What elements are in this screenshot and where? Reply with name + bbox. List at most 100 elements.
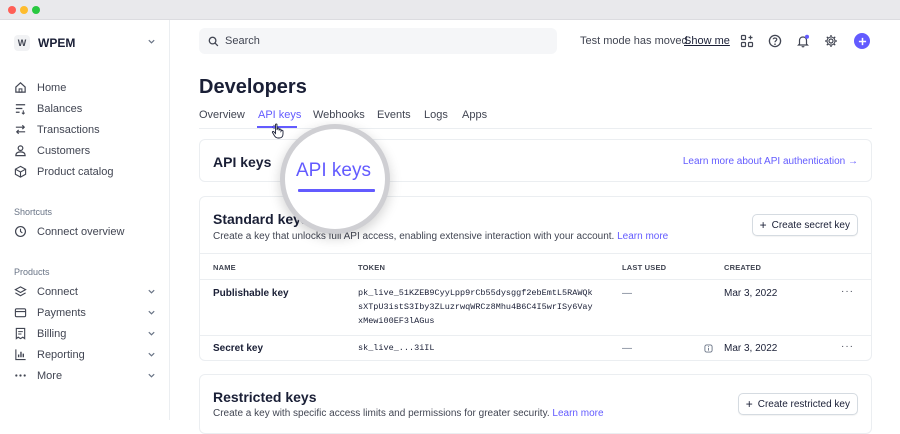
sidebar-item-label: Transactions [37,123,100,136]
sidebar-item-label: Billing [37,327,67,340]
tab-logs[interactable]: Logs [424,109,448,121]
sidebar-item-billing[interactable]: Billing [14,323,158,344]
sidebar: W WPEM Home Balances Transactions Custom… [0,20,170,420]
column-header-name: NAME [213,263,236,272]
sidebar-item-label: Home [37,81,67,94]
sidebar-item-label: Connect overview [37,225,125,238]
sidebar-item-label: More [37,369,63,382]
restricted-keys-title: Restricted keys [213,389,317,405]
sidebar-item-customers[interactable]: Customers [14,140,158,161]
window-titlebar [0,0,900,20]
main-content: Developers Overview API keys Webhooks Ev… [171,64,900,434]
chevron-down-icon [148,373,155,378]
home-icon [15,82,26,93]
create-restricted-key-label: Create restricted key [757,398,850,410]
tab-events[interactable]: Events [377,109,411,121]
chevron-down-icon [148,39,155,44]
publishable-key-token[interactable]: pk_live_51KZEB9CyyLpp9rCb55dysggf2ebEmtL… [358,286,593,328]
info-icon[interactable] [704,344,713,353]
search-icon [208,36,219,46]
create-new-button[interactable] [854,33,870,49]
row-actions-menu[interactable]: ··· [841,286,854,297]
show-me-link[interactable]: Show me [684,35,730,47]
page-title: Developers [199,76,307,98]
restricted-keys-learn-more-link[interactable]: Learn more [552,408,603,419]
account-switcher[interactable]: W WPEM [14,34,158,52]
help-icon[interactable] [768,34,782,48]
payments-icon [14,308,27,318]
table-divider [200,279,871,280]
secret-key-token[interactable]: sk_live_...3iIL [358,341,435,355]
search-input[interactable] [225,35,525,47]
customers-icon [15,145,26,157]
sidebar-item-connect[interactable]: Connect [14,281,158,302]
last-used-value: — [622,343,632,354]
sidebar-item-payments[interactable]: Payments [14,302,158,323]
token-line: xMewi00EF3lAGus [358,316,435,326]
products-nav: Connect Payments Billing Reporting More [14,281,158,386]
sidebar-item-product-catalog[interactable]: Product catalog [14,161,158,182]
key-name: Publishable key [213,288,289,299]
api-authentication-link[interactable]: Learn more about API authentication → [683,156,858,167]
reporting-icon [15,349,26,361]
tab-webhooks[interactable]: Webhooks [313,109,365,121]
chevron-down-icon [148,331,155,336]
column-header-last-used: LAST USED [622,263,667,272]
sidebar-item-label: Connect [37,285,78,298]
tab-api-keys[interactable]: API keys [258,109,301,121]
column-header-created: CREATED [724,263,762,272]
settings-gear-icon[interactable] [824,34,838,48]
hand-pointer-cursor-icon [271,123,284,139]
api-keys-card-title: API keys [213,154,272,170]
apps-grid-icon[interactable] [740,34,754,48]
created-date: Mar 3, 2022 [724,343,778,354]
magnifier-callout: API keys [280,124,390,234]
table-divider [200,335,871,336]
product-catalog-icon [14,165,27,178]
key-name: Secret key [213,343,264,354]
sidebar-item-balances[interactable]: Balances [14,98,158,119]
magnified-tab-underline [298,189,375,192]
magnified-tab-label: API keys [296,160,371,181]
column-header-token: TOKEN [358,263,386,272]
notifications-bell-icon[interactable] [796,34,810,48]
token-line: sXTpU3istS3Iby3ZLuzrwqWRCz8Mhu4B6C4I5wrI… [358,302,593,312]
minimize-window-button[interactable] [20,6,28,14]
top-bar: Test mode has moved. Show me [171,20,900,64]
tab-overview[interactable]: Overview [199,109,245,121]
sidebar-item-label: Payments [37,306,86,319]
sidebar-item-connect-overview[interactable]: Connect overview [14,221,158,242]
sidebar-item-label: Reporting [37,348,85,361]
chevron-down-icon [148,352,155,357]
maximize-window-button[interactable] [32,6,40,14]
chevron-down-icon [148,289,155,294]
search-bar[interactable] [199,28,557,54]
sidebar-item-more[interactable]: More [14,365,158,386]
plus-icon [858,37,866,45]
sidebar-item-label: Customers [37,144,91,157]
row-actions-menu[interactable]: ··· [841,341,854,352]
chevron-down-icon [148,310,155,315]
create-restricted-key-button[interactable]: + Create restricted key [737,393,858,415]
developer-tabs: Overview API keys Webhooks Events Logs A… [199,109,872,129]
connect-icon [14,286,27,297]
plus-icon: + [759,218,767,232]
account-logo: W [14,35,30,51]
clock-icon [14,225,27,238]
token-line: pk_live_51KZEB9CyyLpp9rCb55dysggf2ebEmtL… [358,288,593,298]
close-window-button[interactable] [8,6,16,14]
billing-icon [15,327,26,340]
sidebar-item-label: Product catalog [37,165,114,178]
restricted-keys-card: Restricted keys Create a key with specif… [199,374,872,434]
sidebar-item-transactions[interactable]: Transactions [14,119,158,140]
standard-keys-learn-more-link[interactable]: Learn more [617,231,668,242]
standard-keys-description: Create a key that unlocks full API acces… [213,231,615,242]
create-secret-key-button[interactable]: + Create secret key [751,214,858,236]
more-dots-icon [15,374,26,377]
shortcuts-section-label: Shortcuts [14,207,53,217]
tab-apps[interactable]: Apps [462,109,487,121]
last-used-value: — [622,288,632,299]
sidebar-item-home[interactable]: Home [14,77,158,98]
create-secret-key-label: Create secret key [771,219,850,231]
sidebar-item-reporting[interactable]: Reporting [14,344,158,365]
